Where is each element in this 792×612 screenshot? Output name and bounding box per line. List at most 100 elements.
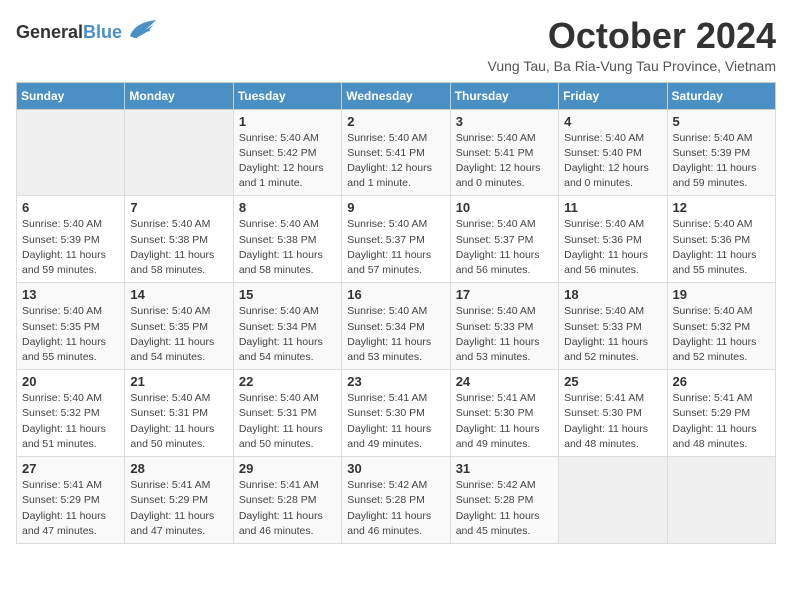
calendar-cell: 4 Sunrise: 5:40 AMSunset: 5:40 PMDaylight… <box>559 109 667 196</box>
calendar-cell <box>667 457 775 544</box>
day-number: 9 <box>347 200 444 215</box>
calendar-cell: 28 Sunrise: 5:41 AMSunset: 5:29 PMDayligh… <box>125 457 233 544</box>
day-detail: Sunrise: 5:41 AMSunset: 5:29 PMDaylight:… <box>130 478 227 539</box>
calendar-cell: 12Sunrise: 5:40 AMSunset: 5:36 PMDayligh… <box>667 196 775 283</box>
calendar-cell: 23 Sunrise: 5:41 AMSunset: 5:30 PMDayligh… <box>342 370 450 457</box>
day-number: 25 <box>564 374 661 389</box>
day-number: 16 <box>347 287 444 302</box>
title-block: October 2024 Vung Tau, Ba Ria-Vung Tau P… <box>488 16 776 74</box>
day-detail: Sunrise: 5:40 AMSunset: 5:35 PMDaylight:… <box>130 304 227 365</box>
calendar-cell: 17 Sunrise: 5:40 AMSunset: 5:33 PMDayligh… <box>450 283 558 370</box>
day-detail: Sunrise: 5:40 AMSunset: 5:36 PMDaylight:… <box>564 217 661 278</box>
column-header-thursday: Thursday <box>450 82 558 109</box>
day-detail: Sunrise: 5:40 AMSunset: 5:37 PMDaylight:… <box>456 217 553 278</box>
calendar-week-row: 1 Sunrise: 5:40 AMSunset: 5:42 PMDaylight… <box>17 109 776 196</box>
day-number: 7 <box>130 200 227 215</box>
calendar-cell: 11 Sunrise: 5:40 AMSunset: 5:36 PMDayligh… <box>559 196 667 283</box>
calendar-table: SundayMondayTuesdayWednesdayThursdayFrid… <box>16 82 776 544</box>
day-detail: Sunrise: 5:40 AMSunset: 5:38 PMDaylight:… <box>130 217 227 278</box>
calendar-cell: 10 Sunrise: 5:40 AMSunset: 5:37 PMDayligh… <box>450 196 558 283</box>
day-detail: Sunrise: 5:40 AMSunset: 5:31 PMDaylight:… <box>239 391 336 452</box>
day-number: 31 <box>456 461 553 476</box>
month-title: October 2024 <box>488 16 776 56</box>
day-number: 12 <box>673 200 770 215</box>
day-detail: Sunrise: 5:40 AMSunset: 5:33 PMDaylight:… <box>456 304 553 365</box>
calendar-cell: 1 Sunrise: 5:40 AMSunset: 5:42 PMDaylight… <box>233 109 341 196</box>
day-detail: Sunrise: 5:40 AMSunset: 5:41 PMDaylight:… <box>456 131 553 192</box>
day-number: 17 <box>456 287 553 302</box>
day-detail: Sunrise: 5:40 AMSunset: 5:32 PMDaylight:… <box>22 391 119 452</box>
calendar-week-row: 13Sunrise: 5:40 AMSunset: 5:35 PMDayligh… <box>17 283 776 370</box>
calendar-cell: 8 Sunrise: 5:40 AMSunset: 5:38 PMDaylight… <box>233 196 341 283</box>
column-header-saturday: Saturday <box>667 82 775 109</box>
day-detail: Sunrise: 5:40 AMSunset: 5:40 PMDaylight:… <box>564 131 661 192</box>
day-number: 14 <box>130 287 227 302</box>
day-number: 8 <box>239 200 336 215</box>
day-number: 24 <box>456 374 553 389</box>
day-number: 21 <box>130 374 227 389</box>
calendar-cell: 3 Sunrise: 5:40 AMSunset: 5:41 PMDaylight… <box>450 109 558 196</box>
day-detail: Sunrise: 5:40 AMSunset: 5:33 PMDaylight:… <box>564 304 661 365</box>
day-number: 22 <box>239 374 336 389</box>
day-number: 15 <box>239 287 336 302</box>
day-detail: Sunrise: 5:40 AMSunset: 5:35 PMDaylight:… <box>22 304 119 365</box>
day-number: 3 <box>456 114 553 129</box>
calendar-cell: 21 Sunrise: 5:40 AMSunset: 5:31 PMDayligh… <box>125 370 233 457</box>
page-header: GeneralBlue October 2024 Vung Tau, Ba Ri… <box>16 16 776 74</box>
column-header-sunday: Sunday <box>17 82 125 109</box>
calendar-cell: 24Sunrise: 5:41 AMSunset: 5:30 PMDayligh… <box>450 370 558 457</box>
day-number: 6 <box>22 200 119 215</box>
day-detail: Sunrise: 5:40 AMSunset: 5:37 PMDaylight:… <box>347 217 444 278</box>
day-number: 28 <box>130 461 227 476</box>
day-detail: Sunrise: 5:40 AMSunset: 5:39 PMDaylight:… <box>22 217 119 278</box>
calendar-cell: 2Sunrise: 5:40 AMSunset: 5:41 PMDaylight… <box>342 109 450 196</box>
day-number: 4 <box>564 114 661 129</box>
day-detail: Sunrise: 5:40 AMSunset: 5:39 PMDaylight:… <box>673 131 770 192</box>
day-number: 18 <box>564 287 661 302</box>
calendar-cell <box>17 109 125 196</box>
calendar-cell: 19Sunrise: 5:40 AMSunset: 5:32 PMDayligh… <box>667 283 775 370</box>
calendar-cell: 31 Sunrise: 5:42 AMSunset: 5:28 PMDayligh… <box>450 457 558 544</box>
calendar-header-row: SundayMondayTuesdayWednesdayThursdayFrid… <box>17 82 776 109</box>
calendar-cell: 30 Sunrise: 5:42 AMSunset: 5:28 PMDayligh… <box>342 457 450 544</box>
calendar-cell <box>559 457 667 544</box>
logo-general: General <box>16 22 83 42</box>
calendar-cell: 25 Sunrise: 5:41 AMSunset: 5:30 PMDayligh… <box>559 370 667 457</box>
day-detail: Sunrise: 5:41 AMSunset: 5:29 PMDaylight:… <box>22 478 119 539</box>
day-number: 19 <box>673 287 770 302</box>
day-detail: Sunrise: 5:41 AMSunset: 5:30 PMDaylight:… <box>564 391 661 452</box>
day-detail: Sunrise: 5:40 AMSunset: 5:42 PMDaylight:… <box>239 131 336 192</box>
day-number: 30 <box>347 461 444 476</box>
calendar-cell: 29Sunrise: 5:41 AMSunset: 5:28 PMDayligh… <box>233 457 341 544</box>
calendar-cell <box>125 109 233 196</box>
day-number: 1 <box>239 114 336 129</box>
logo-bird-icon <box>128 16 158 50</box>
column-header-monday: Monday <box>125 82 233 109</box>
day-number: 10 <box>456 200 553 215</box>
day-number: 20 <box>22 374 119 389</box>
calendar-week-row: 6 Sunrise: 5:40 AMSunset: 5:39 PMDaylight… <box>17 196 776 283</box>
day-detail: Sunrise: 5:41 AMSunset: 5:29 PMDaylight:… <box>673 391 770 452</box>
day-number: 23 <box>347 374 444 389</box>
calendar-cell: 16 Sunrise: 5:40 AMSunset: 5:34 PMDayligh… <box>342 283 450 370</box>
day-detail: Sunrise: 5:40 AMSunset: 5:31 PMDaylight:… <box>130 391 227 452</box>
day-detail: Sunrise: 5:40 AMSunset: 5:34 PMDaylight:… <box>239 304 336 365</box>
day-detail: Sunrise: 5:40 AMSunset: 5:41 PMDaylight:… <box>347 131 444 192</box>
column-header-tuesday: Tuesday <box>233 82 341 109</box>
day-number: 27 <box>22 461 119 476</box>
day-detail: Sunrise: 5:40 AMSunset: 5:38 PMDaylight:… <box>239 217 336 278</box>
day-detail: Sunrise: 5:42 AMSunset: 5:28 PMDaylight:… <box>347 478 444 539</box>
calendar-week-row: 27 Sunrise: 5:41 AMSunset: 5:29 PMDayligh… <box>17 457 776 544</box>
calendar-week-row: 20 Sunrise: 5:40 AMSunset: 5:32 PMDayligh… <box>17 370 776 457</box>
day-number: 11 <box>564 200 661 215</box>
column-header-friday: Friday <box>559 82 667 109</box>
calendar-cell: 6 Sunrise: 5:40 AMSunset: 5:39 PMDaylight… <box>17 196 125 283</box>
calendar-cell: 27 Sunrise: 5:41 AMSunset: 5:29 PMDayligh… <box>17 457 125 544</box>
day-detail: Sunrise: 5:42 AMSunset: 5:28 PMDaylight:… <box>456 478 553 539</box>
calendar-cell: 22 Sunrise: 5:40 AMSunset: 5:31 PMDayligh… <box>233 370 341 457</box>
day-detail: Sunrise: 5:40 AMSunset: 5:34 PMDaylight:… <box>347 304 444 365</box>
calendar-cell: 5Sunrise: 5:40 AMSunset: 5:39 PMDaylight… <box>667 109 775 196</box>
calendar-cell: 13Sunrise: 5:40 AMSunset: 5:35 PMDayligh… <box>17 283 125 370</box>
day-detail: Sunrise: 5:41 AMSunset: 5:30 PMDaylight:… <box>347 391 444 452</box>
logo-blue: Blue <box>83 22 122 42</box>
